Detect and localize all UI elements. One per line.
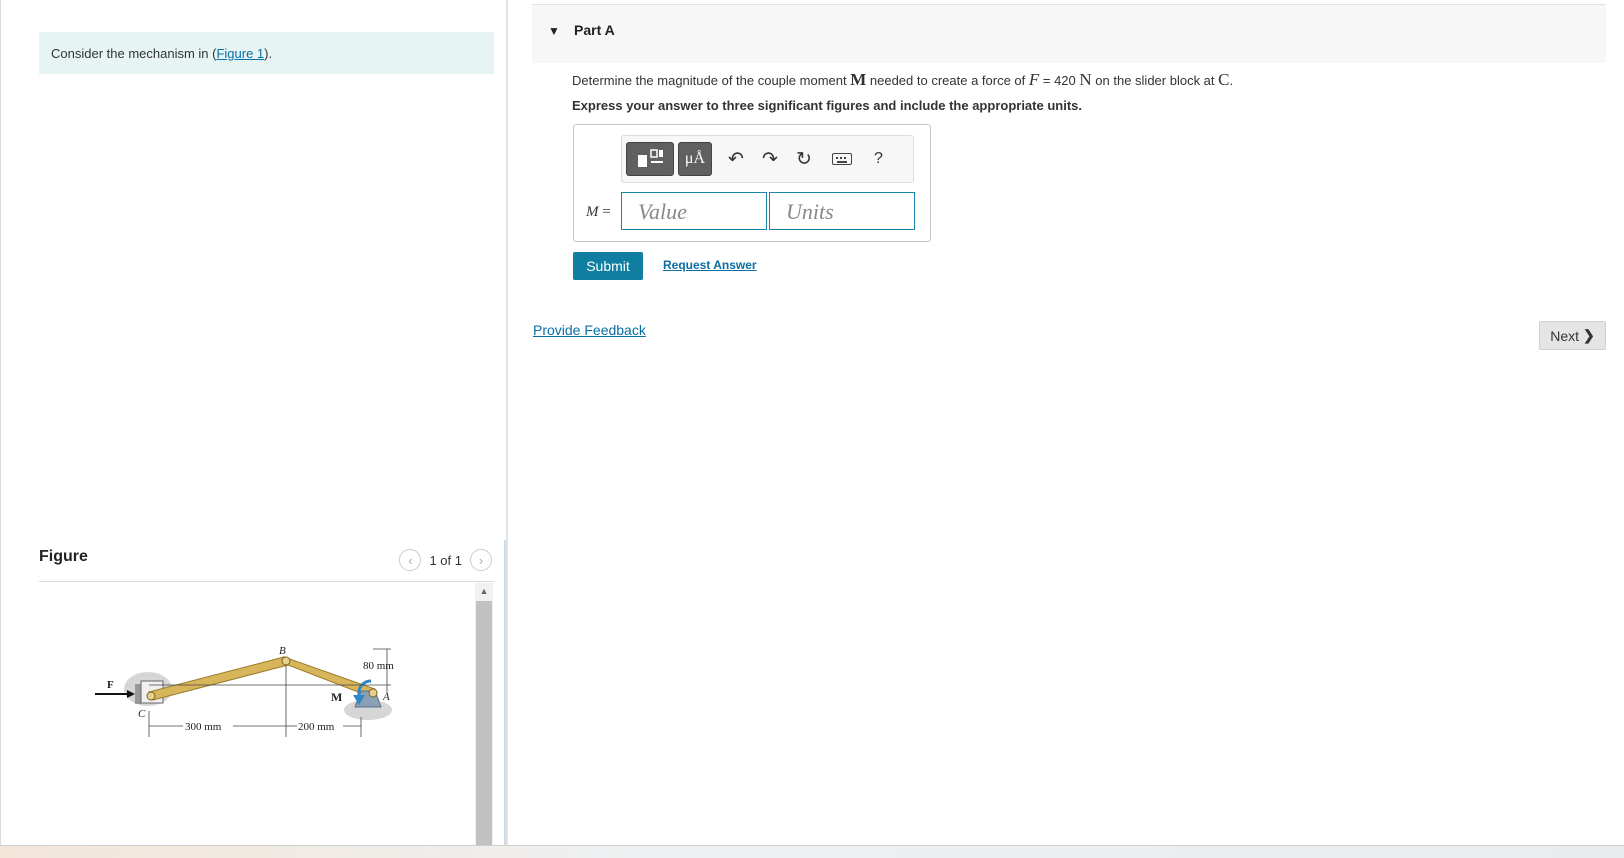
symbol-M: M — [850, 70, 867, 89]
reset-icon[interactable]: ↻ — [796, 148, 812, 171]
request-answer-link[interactable]: Request Answer — [663, 258, 757, 272]
help-button[interactable]: ? — [874, 150, 883, 168]
symbol-F: F — [1028, 70, 1040, 89]
undo-icon[interactable]: ↶ — [728, 148, 744, 171]
next-button[interactable]: Next ❯ — [1539, 321, 1606, 350]
dim-300-label: 300 mm — [185, 721, 222, 733]
units-button[interactable]: μÅ — [678, 142, 712, 176]
symbol-N: N — [1079, 70, 1092, 89]
intro-text: Consider the mechanism in ( — [51, 46, 217, 61]
pin-A — [368, 688, 378, 698]
prev-figure-button[interactable]: ‹ — [399, 549, 422, 571]
redo-icon[interactable]: ↷ — [762, 148, 778, 171]
answer-box: μÅ ↶ ↷ ↻ ? M = Value Units — [573, 124, 931, 242]
keyboard-icon[interactable] — [832, 153, 852, 165]
submit-button[interactable]: Submit — [573, 252, 643, 280]
chevron-left-icon: ‹ — [408, 552, 413, 568]
question-text-3: on the slider block at — [1091, 73, 1219, 88]
scroll-thumb[interactable] — [476, 601, 492, 845]
units-label: μÅ — [684, 150, 706, 167]
collapse-caret-icon[interactable]: ▼ — [548, 24, 560, 38]
dim-80-label: 80 mm — [363, 660, 394, 672]
question-text-end: . — [1229, 73, 1234, 88]
link-CB — [148, 656, 289, 701]
label-A: A — [382, 691, 390, 703]
value-input[interactable]: Value — [621, 192, 767, 230]
label-B: B — [279, 645, 286, 657]
left-panel: Consider the mechanism in (Figure 1). Fi… — [0, 0, 506, 845]
templates-icon — [638, 149, 663, 167]
instruction-text: Express your answer to three significant… — [572, 98, 1082, 113]
figure-scrollbar[interactable]: ▲ — [475, 583, 493, 845]
figure-link[interactable]: Figure 1 — [216, 46, 264, 61]
panel-divider-accent — [504, 540, 506, 845]
provide-feedback-link[interactable]: Provide Feedback — [533, 322, 646, 338]
pin-C — [146, 691, 156, 701]
question-text-2: needed to create a force of — [866, 73, 1029, 88]
label-C: C — [138, 708, 146, 720]
panel-divider — [506, 0, 508, 845]
units-input[interactable]: Units — [769, 192, 915, 230]
variable-M: M — [586, 204, 599, 220]
question-text-1: Determine the magnitude of the couple mo… — [572, 73, 851, 88]
templates-button[interactable] — [626, 142, 674, 176]
next-label: Next — [1550, 327, 1580, 344]
bottom-bar — [0, 845, 1624, 858]
math-toolbar: μÅ ↶ ↷ ↻ ? — [621, 135, 914, 183]
scroll-up-icon[interactable]: ▲ — [475, 583, 493, 599]
figure-title: Figure — [39, 548, 88, 565]
part-title: Part A — [574, 22, 615, 38]
chevron-right-icon: › — [478, 552, 484, 568]
pager-text: 1 of 1 — [429, 552, 462, 568]
figure-pager: ‹ 1 of 1 › — [399, 549, 492, 571]
slider-rail — [135, 684, 141, 704]
figure-header: Figure ‹ 1 of 1 › — [39, 548, 494, 582]
dim-200-label: 200 mm — [298, 721, 335, 733]
next-figure-button[interactable]: › — [470, 549, 492, 571]
part-a-header[interactable]: ▼ Part A — [532, 4, 1606, 63]
intro-text-end: ). — [264, 46, 273, 61]
answer-variable-label: M = — [586, 204, 611, 221]
pin-B — [281, 656, 291, 666]
question-text: Determine the magnitude of the couple mo… — [572, 70, 1233, 90]
symbol-C: C — [1218, 70, 1230, 89]
label-M: M — [331, 690, 342, 704]
intro-box: Consider the mechanism in (Figure 1). — [39, 32, 494, 74]
chevron-right-icon: ❯ — [1583, 327, 1595, 343]
equals-sign: = — [598, 204, 611, 220]
label-F: F — [107, 679, 114, 691]
question-value: = 420 — [1039, 73, 1080, 88]
mechanism-figure: F M B C A 80 mm 300 mm 200 mm — [95, 645, 394, 737]
